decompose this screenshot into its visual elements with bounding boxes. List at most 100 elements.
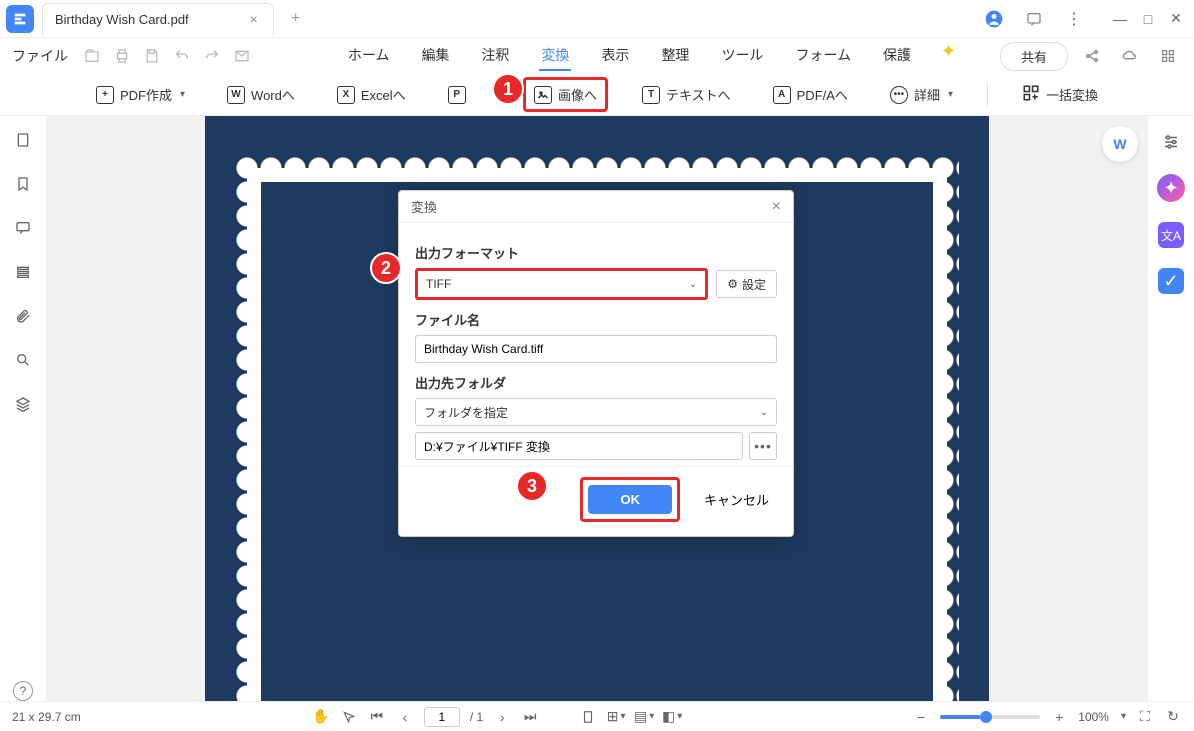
tab-tools[interactable]: ツール: [719, 41, 765, 71]
zoom-in-icon[interactable]: +: [1050, 708, 1068, 726]
help-icon[interactable]: ?: [13, 681, 33, 701]
to-pdfa-button[interactable]: A PDF/Aへ: [765, 80, 856, 109]
dialog-close-icon[interactable]: ×: [772, 198, 781, 216]
tab-convert[interactable]: 変換: [539, 41, 571, 71]
first-page-icon[interactable]: ⏮: [368, 708, 386, 726]
pdf-create-button[interactable]: PDF作成▾: [88, 80, 193, 109]
format-select[interactable]: TIFF ⌄: [415, 268, 708, 300]
ai-assistant-icon[interactable]: ✦: [1157, 174, 1185, 202]
image-icon: [534, 86, 552, 104]
dialog-title: 変換: [411, 197, 437, 216]
ai-sparkle-icon[interactable]: ✦: [941, 41, 956, 71]
plus-box-icon: [96, 86, 114, 104]
tab-protect[interactable]: 保護: [881, 41, 913, 71]
account-icon[interactable]: [980, 5, 1008, 33]
ppt-icon: P: [448, 86, 466, 104]
zoom-slider[interactable]: [940, 715, 1040, 719]
to-image-button[interactable]: 画像へ: [523, 77, 608, 112]
redo-icon[interactable]: [202, 46, 222, 66]
refresh-icon[interactable]: ↻: [1164, 708, 1182, 726]
excel-icon: X: [337, 86, 355, 104]
gear-icon: ⚙: [727, 277, 738, 291]
read-mode-icon[interactable]: ◧▾: [663, 708, 681, 726]
callout-3: 3: [516, 470, 548, 502]
chat-icon[interactable]: [1020, 5, 1048, 33]
file-menu[interactable]: ファイル: [12, 46, 68, 66]
ok-highlight: OK: [580, 477, 680, 522]
filename-input[interactable]: [415, 335, 777, 363]
translate-icon[interactable]: 文A: [1158, 222, 1184, 248]
more-button[interactable]: ••• 詳細▾: [882, 80, 961, 109]
save-icon[interactable]: [142, 46, 162, 66]
chevron-down-icon: ⌄: [760, 407, 768, 418]
menu-bar: ファイル ホーム 編集 注釈 変換 表示 整理 ツール フォーム 保護 ✦ 共有: [0, 38, 1194, 74]
next-page-icon[interactable]: ›: [493, 708, 511, 726]
maximize-button[interactable]: □: [1136, 7, 1160, 31]
search-icon[interactable]: [13, 350, 33, 370]
page-dimensions: 21 x 29.7 cm: [12, 710, 81, 724]
stack-icon[interactable]: [13, 394, 33, 414]
last-page-icon[interactable]: ⏭: [521, 708, 539, 726]
open-icon[interactable]: [82, 46, 102, 66]
folder-mode-select[interactable]: フォルダを指定 ⌄: [415, 398, 777, 426]
right-sidebar: ✦ 文A ✓: [1148, 116, 1194, 701]
view-mode-icon[interactable]: ▤▾: [635, 708, 653, 726]
tab-close-icon[interactable]: ×: [247, 12, 261, 26]
to-excel-button[interactable]: X Excelへ: [329, 80, 414, 109]
single-page-icon[interactable]: [579, 708, 597, 726]
more-menu-icon[interactable]: ⋮: [1060, 5, 1088, 33]
cloud-icon[interactable]: [1116, 42, 1144, 70]
print-icon[interactable]: [112, 46, 132, 66]
settings-button[interactable]: ⚙ 設定: [716, 270, 777, 298]
select-tool-icon[interactable]: [340, 708, 358, 726]
close-button[interactable]: ✕: [1164, 7, 1188, 31]
text-icon: T: [642, 86, 660, 104]
tab-organize[interactable]: 整理: [659, 41, 691, 71]
to-word-button[interactable]: W Wordへ: [219, 80, 303, 109]
to-text-button[interactable]: T テキストへ: [634, 80, 739, 109]
hand-tool-icon[interactable]: ✋: [312, 708, 330, 726]
ok-button[interactable]: OK: [588, 485, 672, 514]
tab-form[interactable]: フォーム: [793, 41, 853, 71]
tab-home[interactable]: ホーム: [346, 41, 392, 71]
to-ppt-button[interactable]: P PP: [440, 81, 497, 109]
mail-icon[interactable]: [232, 46, 252, 66]
more-dots-icon: •••: [890, 86, 908, 104]
tab-view[interactable]: 表示: [599, 41, 631, 71]
undo-icon[interactable]: [172, 46, 192, 66]
folder-path-input[interactable]: [415, 432, 743, 460]
fit-width-icon[interactable]: ⊞▾: [607, 708, 625, 726]
convert-dialog: 変換 × 出力フォーマット TIFF ⌄ ⚙ 設定 ファイル名 出力先フォルダ …: [398, 190, 794, 537]
document-tab[interactable]: Birthday Wish Card.pdf ×: [42, 3, 274, 35]
attachment-icon[interactable]: [13, 306, 33, 326]
cancel-button[interactable]: キャンセル: [696, 483, 777, 516]
comment-icon[interactable]: [13, 218, 33, 238]
tab-comment[interactable]: 注釈: [479, 41, 511, 71]
bookmark-icon[interactable]: [13, 174, 33, 194]
new-tab-button[interactable]: +: [282, 5, 310, 33]
folder-label: 出力先フォルダ: [415, 373, 777, 392]
zoom-value: 100%: [1078, 710, 1109, 724]
fullscreen-icon[interactable]: ⛶: [1136, 708, 1154, 726]
tab-edit[interactable]: 編集: [419, 41, 451, 71]
prev-page-icon[interactable]: ‹: [396, 708, 414, 726]
layers-icon[interactable]: [13, 262, 33, 282]
title-bar: Birthday Wish Card.pdf × + ⋮ — □ ✕: [0, 0, 1194, 38]
page-number-input[interactable]: [424, 707, 460, 727]
minimize-button[interactable]: —: [1108, 7, 1132, 31]
share-button[interactable]: 共有: [1000, 42, 1068, 71]
page-total: / 1: [470, 710, 483, 724]
word-icon: W: [227, 86, 245, 104]
sliders-icon[interactable]: [1159, 130, 1183, 154]
zoom-out-icon[interactable]: −: [912, 708, 930, 726]
pdfa-icon: A: [773, 86, 791, 104]
check-icon[interactable]: ✓: [1158, 268, 1184, 294]
grid-icon[interactable]: [1154, 42, 1182, 70]
format-label: 出力フォーマット: [415, 243, 777, 262]
batch-convert-button[interactable]: 一括変換: [1014, 79, 1106, 110]
link-icon[interactable]: [1078, 42, 1106, 70]
page-thumbnail-icon[interactable]: [13, 130, 33, 150]
convert-word-float-icon[interactable]: W: [1102, 126, 1138, 162]
browse-folder-button[interactable]: •••: [749, 432, 777, 460]
app-logo: [6, 5, 34, 33]
